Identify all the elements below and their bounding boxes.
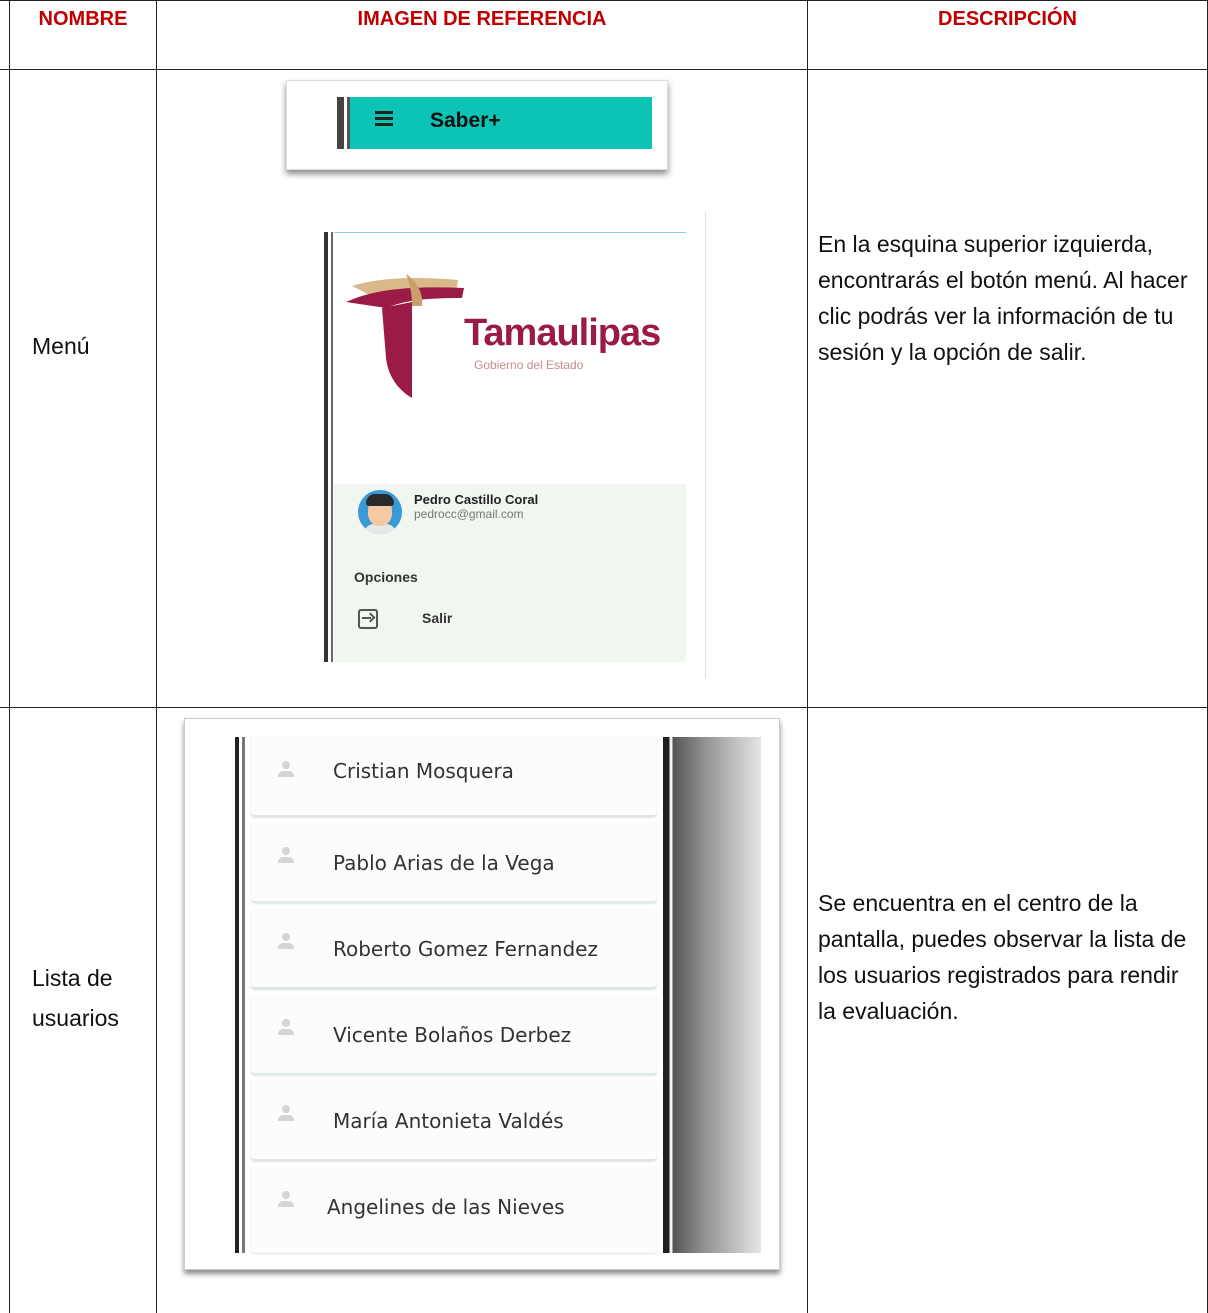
drawer-top-divider — [334, 232, 686, 233]
row-description-users: Se encuentra en el centro de la pantalla… — [818, 890, 1187, 1024]
screen-edge-inner — [242, 737, 245, 1253]
tamaulipas-logo-icon — [346, 274, 464, 398]
user-list-name: Angelines de las Nieves — [327, 1195, 565, 1219]
drawer-right-edge — [705, 212, 706, 678]
exit-icon[interactable] — [358, 609, 378, 629]
options-heading: Opciones — [354, 569, 418, 585]
header-imagen: IMAGEN DE REFERENCIA — [357, 8, 607, 30]
row-name-users-line1: Lista de — [32, 965, 113, 991]
person-icon — [277, 1105, 295, 1125]
list-item[interactable]: Angelines de las Nieves — [251, 1167, 657, 1253]
hamburger-menu-icon[interactable] — [375, 111, 393, 126]
user-email: pedrocc@gmail.com — [414, 507, 524, 521]
logo-text: Tamaulipas — [464, 312, 661, 354]
user-list-name: Cristian Mosquera — [333, 759, 514, 783]
row-description-menu: En la esquina superior izquierda, encont… — [818, 231, 1188, 365]
row-divider — [0, 707, 1208, 708]
avatar — [358, 490, 402, 534]
row-name-users-line2: usuarios — [32, 1005, 119, 1031]
person-icon — [277, 1191, 295, 1211]
header-descripcion: DESCRIPCIÓN — [938, 8, 1077, 30]
person-icon — [277, 847, 295, 867]
list-item[interactable]: Roberto Gomez Fernandez — [251, 909, 657, 989]
scroll-shadow — [663, 737, 761, 1253]
menu-bar-screenshot: Saber+ — [286, 80, 668, 170]
person-icon — [277, 1019, 295, 1039]
user-name: Pedro Castillo Coral — [414, 492, 539, 507]
list-item[interactable]: Cristian Mosquera — [251, 737, 657, 817]
user-list-name: Vicente Bolaños Derbez — [333, 1023, 572, 1047]
user-list-screenshot: Cristian Mosquera Pablo Arias de la Vega… — [184, 718, 780, 1270]
screen-edge-inner — [347, 97, 350, 149]
screen-edge-inner — [331, 232, 333, 662]
logo-subtitle: Gobierno del Estado — [474, 358, 584, 372]
screen-edge — [337, 97, 347, 149]
screen-edge — [235, 737, 239, 1253]
table-border-top — [0, 0, 1208, 1]
menu-drawer-screenshot: Tamaulipas Gobierno del Estado Pedro Cas… — [254, 212, 706, 678]
list-item[interactable]: Vicente Bolaños Derbez — [251, 995, 657, 1075]
table-divider-1 — [156, 0, 157, 1313]
table-border-left — [9, 0, 10, 1313]
list-item[interactable]: Pablo Arias de la Vega — [251, 823, 657, 903]
table-divider-2 — [807, 0, 808, 1313]
row-name-menu: Menú — [32, 333, 90, 359]
person-icon — [277, 761, 295, 781]
header-nombre: NOMBRE — [38, 8, 128, 30]
person-icon — [277, 933, 295, 953]
user-list-name: María Antonieta Valdés — [333, 1109, 564, 1133]
list-item[interactable]: María Antonieta Valdés — [251, 1081, 657, 1161]
screen-edge — [324, 232, 328, 662]
user-list-name: Roberto Gomez Fernandez — [333, 937, 598, 961]
exit-button[interactable]: Salir — [422, 610, 452, 626]
user-list-name: Pablo Arias de la Vega — [333, 851, 555, 875]
header-divider — [0, 69, 1208, 70]
app-title: Saber+ — [430, 109, 501, 132]
